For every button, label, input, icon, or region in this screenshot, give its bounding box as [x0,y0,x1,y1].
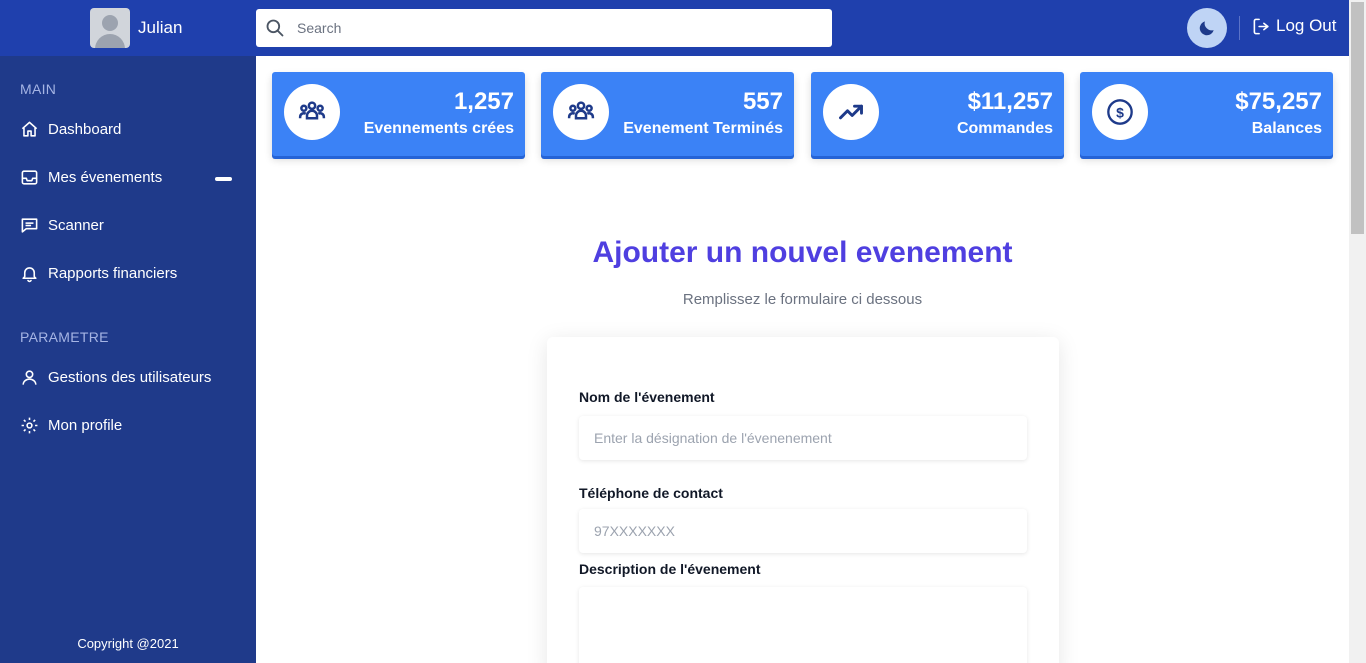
user-name: Julian [138,18,183,37]
sidebar-item-label: Mon profile [48,417,123,434]
scrollbar-thumb[interactable] [1351,2,1364,234]
stat-value: 557 [742,88,783,115]
inbox-icon [21,170,38,185]
user-profile[interactable]: Julian [90,8,182,48]
form-subtitle: Remplissez le formulaire ci dessous [682,291,923,308]
sidebar-item-mon-profile[interactable]: Mon profile [20,416,122,435]
collapse-indicator[interactable] [215,177,232,181]
phone-label: Téléphone de contact [579,485,723,501]
event-form: Nom de l'évenement Téléphone de contact … [547,337,1059,663]
stat-label: Balances [1251,120,1322,137]
stat-label: Commandes [956,120,1053,137]
bell-icon [22,267,37,283]
logout-button[interactable]: Log Out [1252,16,1337,36]
sidebar-item-label: Gestions des utilisateurs [48,369,212,386]
stat-card-commandes[interactable]: $11,257 Commandes [811,72,1064,156]
event-name-input[interactable] [579,416,1027,460]
divider [1239,16,1240,40]
stat-value: $11,257 [967,88,1053,115]
svg-text:$: $ [1116,104,1124,120]
stat-card-evenements-crees[interactable]: 1,257 Evennements crées [272,72,525,156]
sidebar-item-label: Rapports financiers [48,265,178,282]
moon-icon [1199,21,1214,36]
scrollbar[interactable] [1349,0,1366,663]
phone-input[interactable] [579,509,1027,553]
dark-mode-toggle[interactable] [1187,8,1227,48]
stat-value: 1,257 [453,88,514,115]
sidebar-item-mes-evenements[interactable]: Mes évenements [20,168,162,187]
event-name-label: Nom de l'évenement [579,389,715,405]
stat-value: $75,257 [1235,88,1322,115]
stat-icon-circle [553,84,609,140]
search-icon [266,19,284,37]
sidebar-item-label: Scanner [48,217,104,234]
sidebar-item-label: Mes évenements [48,169,163,186]
gear-icon [21,417,38,434]
sidebar-item-gestions-utilisateurs[interactable]: Gestions des utilisateurs [20,368,211,387]
sidebar: MAIN Dashboard Mes évenements Scanner Ra… [0,56,256,663]
dollar-circle-icon: $ [1107,99,1133,125]
description-label: Description de l'évenement [579,561,761,577]
trending-up-icon [839,104,863,120]
logout-label: Log Out [1276,16,1337,35]
stat-label: Evennements crées [363,120,514,137]
logout-icon [1253,18,1269,34]
avatar[interactable] [90,8,130,48]
home-icon [21,121,38,137]
stat-icon-circle: $ [1092,84,1148,140]
description-textarea[interactable] [579,587,1027,663]
stat-icon-circle [284,84,340,140]
search-bar[interactable] [256,9,832,47]
section-title-parametre: PARAMETRE [20,329,109,345]
stat-card-balances[interactable]: $ $75,257 Balances [1080,72,1333,156]
users-group-icon [298,101,326,120]
stat-icon-circle [823,84,879,140]
sidebar-item-label: Dashboard [48,121,122,138]
user-icon [22,370,37,385]
section-title-main: MAIN [20,81,57,97]
form-title: Ajouter un nouvel evenement [592,236,1013,269]
copyright: Copyright @2021 [77,636,179,651]
sidebar-item-rapports-financiers[interactable]: Rapports financiers [20,264,177,283]
sidebar-item-dashboard[interactable]: Dashboard [20,120,121,139]
search-input[interactable] [297,9,832,47]
stat-label: Evenement Terminés [623,120,783,137]
sidebar-item-scanner[interactable]: Scanner [20,216,104,235]
stat-card-evenement-termines[interactable]: 557 Evenement Terminés [541,72,794,156]
message-icon [21,218,38,233]
users-group-icon [567,101,595,120]
top-bar: Julian Log Out [0,0,1349,56]
